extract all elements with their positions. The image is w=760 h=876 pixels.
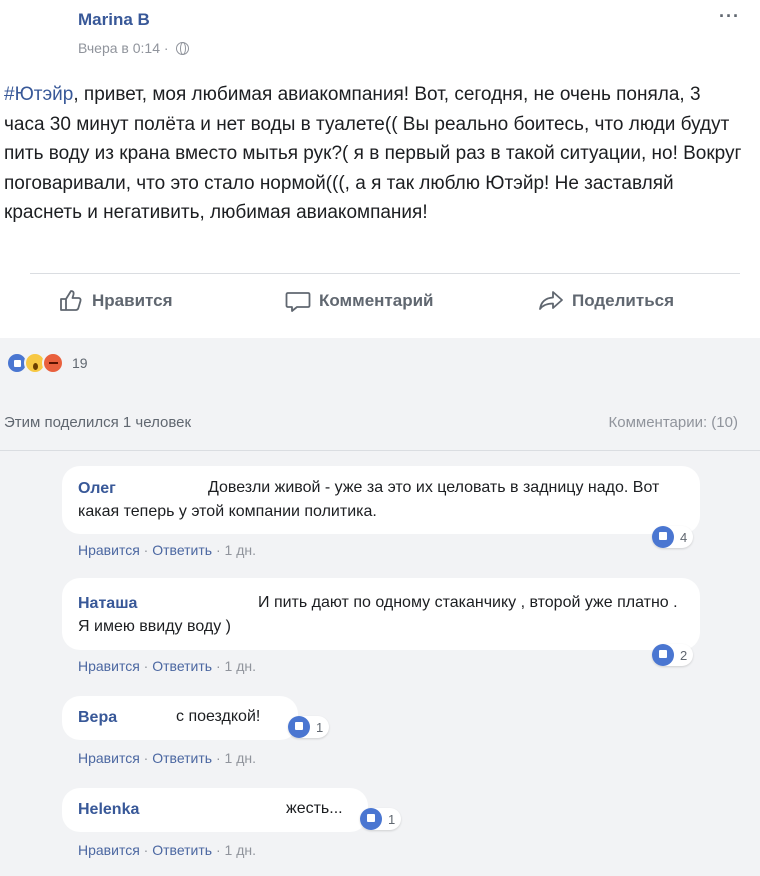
post-meta: Вчера в 0:14 · [78,40,189,56]
like-icon [652,644,674,666]
like-icon [288,716,310,738]
shares-count[interactable]: Этим поделился 1 человек [4,414,191,431]
like-icon [652,526,674,548]
comment-actions: Нравится · Ответить · 1 дн. [78,542,256,558]
comments-section: 19 Этим поделился 1 человек Комментарии:… [0,338,760,876]
comment-like-link[interactable]: Нравится [78,750,140,766]
comments-count[interactable]: Комментарии: (10) [609,414,739,431]
comment-age[interactable]: 1 дн. [225,542,256,558]
angry-reaction-icon [42,352,64,374]
comment-likes-count: 1 [316,719,324,735]
comment-likes-count: 1 [388,811,396,827]
thumbs-up-icon [60,290,82,311]
post-body: #Ютэйр, привет, моя любимая авиакомпания… [4,80,744,228]
comment-age[interactable]: 1 дн. [225,658,256,674]
comment-actions: Нравится · Ответить · 1 дн. [78,658,256,674]
like-button[interactable]: Нравится [58,288,173,314]
comment-reply-link[interactable]: Ответить [152,842,212,858]
comment-likes-count: 4 [680,529,688,545]
like-icon [360,808,382,830]
globe-icon [175,41,189,55]
comment-text: Довезли живой - уже за это их целовать в… [78,479,660,520]
post-actions: Нравится Комментарий Поделиться [0,288,760,324]
comment-likes[interactable]: 1 [360,808,402,830]
divider [30,273,740,274]
share-arrow-icon [539,291,563,310]
post-card: Marina B Вчера в 0:14 · ··· #Ютэйр, прив… [0,0,760,338]
comment-reply-link[interactable]: Ответить [152,750,212,766]
reactions-summary[interactable]: 19 [6,352,88,374]
comment-actions: Нравится · Ответить · 1 дн. [78,750,256,766]
comment-likes[interactable]: 1 [288,716,330,738]
reactions-count: 19 [72,355,88,371]
comment-actions: Нравится · Ответить · 1 дн. [78,842,256,858]
post-author[interactable]: Marina B [78,10,150,30]
comment-author[interactable]: Helenka [78,801,139,819]
post-hashtag[interactable]: #Ютэйр [4,84,73,105]
comment-likes-count: 2 [680,647,688,663]
comment-button-label: Комментарий [319,291,434,310]
post-time[interactable]: Вчера в 0:14 · [78,40,169,56]
comment-text: с поездкой! [176,708,261,725]
more-dots-icon[interactable]: ··· [719,6,740,27]
comment-likes[interactable]: 2 [652,644,694,666]
post-text: , привет, моя любимая авиакомпания! Вот,… [4,84,742,223]
comment-like-link[interactable]: Нравится [78,658,140,674]
comment-reply-link[interactable]: Ответить [152,542,212,558]
comment-author[interactable]: Вера [78,709,117,727]
share-button-label: Поделиться [572,291,675,310]
share-button[interactable]: Поделиться [538,288,674,314]
comment-likes[interactable]: 4 [652,526,694,548]
comment-like-link[interactable]: Нравится [78,542,140,558]
comment-age[interactable]: 1 дн. [225,750,256,766]
comment-reply-link[interactable]: Ответить [152,658,212,674]
comment-icon [285,292,311,312]
comment-text: И пить дают по одному стаканчику , второ… [78,594,678,635]
comment-like-link[interactable]: Нравится [78,842,140,858]
comment-button[interactable]: Комментарий [285,288,433,314]
comment-text: жесть... [286,800,343,817]
like-button-label: Нравится [92,291,173,310]
comment-age[interactable]: 1 дн. [225,842,256,858]
divider [0,450,760,451]
